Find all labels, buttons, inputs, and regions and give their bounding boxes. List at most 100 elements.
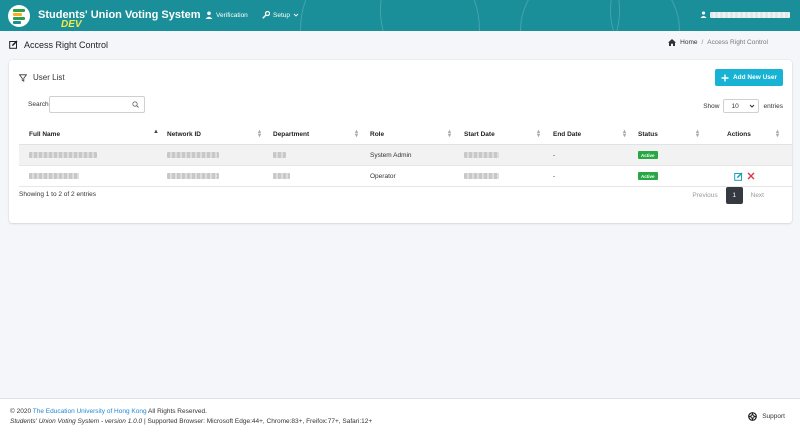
sort-icon[interactable]: ▴ ▾ <box>696 129 699 139</box>
full-name-cell <box>29 145 97 165</box>
user-avatar-icon <box>700 11 707 18</box>
environment-tag: DEV <box>61 19 82 30</box>
redacted-text <box>167 173 219 179</box>
status-badge: Active <box>638 172 658 180</box>
sort-icon[interactable]: ▴ ▾ <box>448 129 451 139</box>
app-logo[interactable] <box>8 5 30 27</box>
redacted-text <box>464 173 499 179</box>
table-row: System Admin - Active <box>19 145 792 166</box>
user-table: Full Name ▲ Network ID ▴ ▾ Department ▴ ▾ … <box>19 124 792 187</box>
sort-icon[interactable]: ▴ ▾ <box>623 129 626 139</box>
add-new-user-label: Add New User <box>732 74 778 81</box>
footer: © 2020 The Education University of Hong … <box>0 398 800 432</box>
department-cell <box>273 166 290 186</box>
column-actions[interactable]: Actions <box>727 124 751 144</box>
sort-icon[interactable]: ▴ ▾ <box>355 129 358 139</box>
column-role[interactable]: Role <box>370 124 384 144</box>
support-label: Support <box>762 413 785 420</box>
role-cell: Operator <box>370 172 396 180</box>
edit-icon[interactable] <box>734 172 743 181</box>
version-text: Students' Union Voting System - version … <box>10 418 143 425</box>
sort-icon[interactable]: ▴ ▾ <box>537 129 540 139</box>
user-name-redacted <box>710 11 790 18</box>
entries-label: entries <box>763 102 783 110</box>
chevron-down-icon <box>293 13 299 17</box>
redacted-text <box>29 173 79 179</box>
column-network-id[interactable]: Network ID <box>167 124 201 144</box>
table-info: Showing 1 to 2 of 2 entries <box>19 191 96 198</box>
add-new-user-button[interactable]: Add New User <box>715 69 783 86</box>
pagination-page-1[interactable]: 1 <box>725 187 743 204</box>
sort-icon[interactable]: ▴ ▾ <box>258 129 261 139</box>
show-label: Show <box>703 102 720 110</box>
status-badge: Active <box>638 151 658 159</box>
pagination-previous[interactable]: Previous <box>684 192 725 199</box>
full-name-cell <box>29 166 79 186</box>
page-title: Access Right Control <box>24 40 109 50</box>
copyright-suffix: All Rights Reserved. <box>148 408 207 415</box>
user-list-card: User List Add New User Search: Show 10 e… <box>9 60 792 223</box>
redacted-text <box>273 173 290 179</box>
institution-link[interactable]: The Education University of Hong Kong <box>33 408 147 415</box>
edit-square-icon <box>9 40 18 49</box>
status-cell: Active <box>638 145 658 165</box>
pagination: Previous 1 Next <box>684 187 772 204</box>
breadcrumb-current: Access Right Control <box>707 39 768 46</box>
role-cell: System Admin <box>370 151 412 159</box>
support-link[interactable]: Support <box>748 412 785 421</box>
nav-verification-label: Verification <box>216 11 248 19</box>
end-date-cell: - <box>553 172 556 180</box>
lifebuoy-icon <box>748 412 758 421</box>
table-header-row: Full Name ▲ Network ID ▴ ▾ Department ▴ ▾ … <box>19 124 792 145</box>
start-date-cell <box>464 166 499 186</box>
breadcrumb: Home / Access Right Control <box>668 39 768 46</box>
sort-icon[interactable]: ▴ ▾ <box>776 129 779 139</box>
department-cell <box>273 145 286 165</box>
breadcrumb-separator: / <box>701 39 704 46</box>
top-navbar: Students' Union Voting System DEV Verifi… <box>0 0 800 31</box>
wrench-icon <box>262 11 270 19</box>
home-icon <box>668 39 677 46</box>
browser-support-text: | Supported Browser: Microsoft Edge:44+,… <box>143 418 373 425</box>
sort-asc-icon[interactable]: ▲ <box>153 129 159 135</box>
redacted-text <box>167 152 219 158</box>
plus-icon <box>721 74 729 81</box>
search-icon[interactable] <box>132 101 139 108</box>
page-length-value: 10 <box>731 102 739 110</box>
filter-icon <box>19 73 27 82</box>
version-line: Students' Union Voting System - version … <box>10 418 372 425</box>
card-title: User List <box>33 73 65 82</box>
nav-setup[interactable]: Setup <box>262 11 299 19</box>
start-date-cell <box>464 145 499 165</box>
pagination-next[interactable]: Next <box>743 192 772 199</box>
actions-cell <box>734 166 755 186</box>
column-end-date[interactable]: End Date <box>553 124 581 144</box>
redacted-text <box>464 152 499 158</box>
redacted-text <box>29 152 97 158</box>
copyright-line: © 2020 The Education University of Hong … <box>10 408 207 415</box>
page-length-control: Show 10 entries <box>703 99 783 113</box>
redacted-text <box>273 152 286 158</box>
table-row: Operator - Active <box>19 166 792 187</box>
card-header: User List <box>19 73 65 82</box>
search-label: Search: <box>28 101 51 108</box>
breadcrumb-home[interactable]: Home <box>680 39 697 46</box>
column-start-date[interactable]: Start Date <box>464 124 495 144</box>
user-check-icon <box>205 11 213 19</box>
search-input[interactable] <box>49 96 145 113</box>
status-cell: Active <box>638 166 658 186</box>
column-status[interactable]: Status <box>638 124 658 144</box>
column-full-name[interactable]: Full Name <box>29 124 60 144</box>
nav-setup-label: Setup <box>273 11 290 19</box>
network-id-cell <box>167 166 219 186</box>
content-header: Access Right Control Home / Access Right… <box>0 31 800 59</box>
copyright-prefix: © 2020 <box>10 408 32 415</box>
network-id-cell <box>167 145 219 165</box>
delete-icon[interactable] <box>747 172 755 180</box>
chevron-down-icon <box>750 104 755 108</box>
user-menu[interactable] <box>700 11 790 18</box>
page-length-select[interactable]: 10 <box>723 99 760 113</box>
nav-verification[interactable]: Verification <box>205 11 248 19</box>
column-department[interactable]: Department <box>273 124 309 144</box>
end-date-cell: - <box>553 151 556 159</box>
